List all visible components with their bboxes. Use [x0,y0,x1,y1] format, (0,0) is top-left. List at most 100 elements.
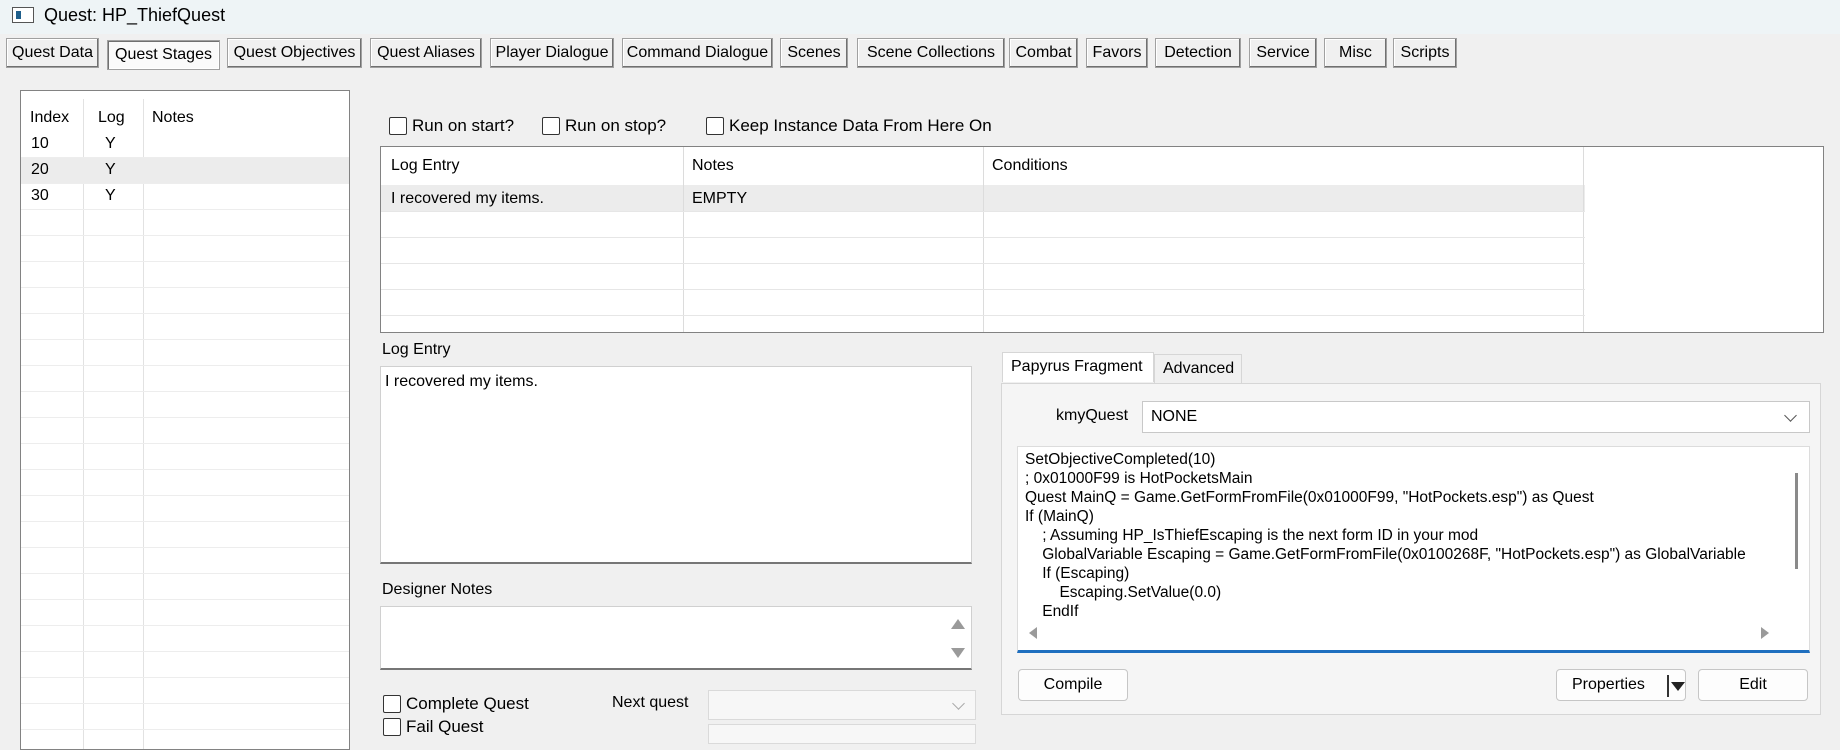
quest-stages-list[interactable]: Index Log Notes 10 Y 20 Y 30 Y [20,90,350,750]
grid-line [21,677,349,678]
title-bar: Quest: HP_ThiefQuest [0,0,1840,34]
code-line: If (MainQ) [1025,508,1094,525]
stage-row[interactable]: 20 Y [21,157,349,183]
tab-detection[interactable]: Detection [1155,38,1241,68]
stage-log: Y [105,187,116,204]
next-quest-label: Next quest [612,694,689,711]
column-header-notes[interactable]: Notes [152,109,194,127]
column-header-log-entry[interactable]: Log Entry [391,157,459,175]
checkbox-box[interactable] [383,695,401,713]
dropdown-arrow-icon[interactable] [1671,682,1685,691]
keep-instance-data-label: Keep Instance Data From Here On [729,116,992,135]
window-icon [12,7,34,23]
log-entry-label: Log Entry [382,341,451,358]
run-on-start-label: Run on start? [412,116,515,135]
run-on-start-checkbox[interactable]: Run on start? [389,116,514,136]
script-code-editor[interactable]: SetObjectiveCompleted(10) ; 0x01000F99 i… [1017,446,1810,653]
window-title: Quest: HP_ThiefQuest [44,5,226,25]
tab-advanced[interactable]: Advanced [1154,354,1242,384]
compile-button[interactable]: Compile [1018,669,1128,701]
complete-quest-checkbox[interactable]: Complete Quest [383,694,529,714]
column-header-log[interactable]: Log [98,109,125,127]
grid-line [21,495,349,496]
tab-combat[interactable]: Combat [1009,38,1078,68]
grid-line [21,235,349,236]
vertical-scrollbar[interactable] [1795,473,1798,569]
grid-line [21,651,349,652]
tab-quest-aliases[interactable]: Quest Aliases [370,38,482,68]
keep-instance-data-checkbox[interactable]: Keep Instance Data From Here On [706,116,992,136]
checkbox-box[interactable] [542,117,560,135]
tab-service[interactable]: Service [1249,38,1317,68]
tab-scripts[interactable]: Scripts [1393,38,1457,68]
properties-button[interactable]: Properties [1556,669,1686,701]
code-line: If (Escaping) [1025,565,1130,582]
grid-line [21,339,349,340]
tab-quest-data[interactable]: Quest Data [6,38,99,68]
grid-line [21,599,349,600]
code-line: EndIf [1025,603,1079,620]
next-quest-combo[interactable] [708,690,976,720]
stage-row[interactable]: 10 Y [21,131,349,157]
grid-line [21,157,349,158]
fail-quest-checkbox[interactable]: Fail Quest [383,717,483,737]
tab-player-dialogue[interactable]: Player Dialogue [490,38,614,68]
tab-quest-objectives[interactable]: Quest Objectives [227,38,362,68]
split-separator [1667,675,1669,697]
stage-log: Y [105,161,116,178]
grid-line [21,417,349,418]
code-line: GlobalVariable Escaping = Game.GetFormFr… [1025,546,1746,563]
stage-index: 30 [31,187,49,204]
code-line: Escaping.SetValue(0.0) [1025,584,1222,601]
tab-misc[interactable]: Misc [1324,38,1387,68]
designer-notes-label: Designer Notes [382,581,493,598]
checkbox-box[interactable] [706,117,724,135]
column-header-notes[interactable]: Notes [692,157,734,175]
stage-index: 10 [31,135,49,152]
notes-cell: EMPTY [692,190,748,207]
log-entry-textarea[interactable]: I recovered my items. [380,366,972,564]
tab-papyrus-fragment[interactable]: Papyrus Fragment [1002,352,1154,382]
grid-line [21,261,349,262]
edit-button[interactable]: Edit [1698,669,1808,701]
tab-favors[interactable]: Favors [1086,38,1148,68]
kmyquest-label: kmyQuest [1056,407,1129,424]
grid-line [21,287,349,288]
tab-command-dialogue[interactable]: Command Dialogue [622,38,773,68]
grid-line [21,183,349,184]
run-on-stop-checkbox[interactable]: Run on stop? [542,116,666,136]
column-header-index[interactable]: Index [30,109,69,127]
grid-line [21,443,349,444]
complete-quest-label: Complete Quest [406,694,529,713]
scroll-right-icon[interactable] [1761,627,1769,639]
stages-header: Index Log Notes [21,99,349,133]
grid-line [21,729,349,730]
fail-quest-label: Fail Quest [406,717,484,736]
kmyquest-select[interactable]: NONE [1142,401,1810,433]
grid-line [21,365,349,366]
tab-scenes[interactable]: Scenes [780,38,848,68]
grid-line [21,391,349,392]
designer-notes-textarea[interactable] [380,606,972,670]
kmyquest-value: NONE [1151,408,1198,425]
grid-line [21,703,349,704]
chevron-down-icon [1784,409,1797,422]
scroll-down-icon[interactable] [951,648,965,658]
log-entries-grid[interactable]: Log Entry Notes Conditions I recovered m… [380,146,1824,333]
stage-combo[interactable] [708,724,976,744]
column-header-conditions[interactable]: Conditions [992,157,1068,175]
checkbox-box[interactable] [383,718,401,736]
code-line: SetObjectiveCompleted(10) [1025,451,1216,468]
chevron-down-icon [952,697,965,710]
checkbox-box[interactable] [389,117,407,135]
scroll-left-icon[interactable] [1029,627,1037,639]
stage-row[interactable]: 30 Y [21,183,349,209]
tab-scene-collections[interactable]: Scene Collections [857,38,1005,68]
stage-index: 20 [31,161,49,178]
grid-line [21,469,349,470]
code-line: ; Assuming HP_IsThiefEscaping is the nex… [1025,527,1479,544]
scroll-up-icon[interactable] [951,619,965,629]
tab-quest-stages[interactable]: Quest Stages [107,40,220,70]
stage-log: Y [105,135,116,152]
log-entry-text: I recovered my items. [385,373,538,390]
